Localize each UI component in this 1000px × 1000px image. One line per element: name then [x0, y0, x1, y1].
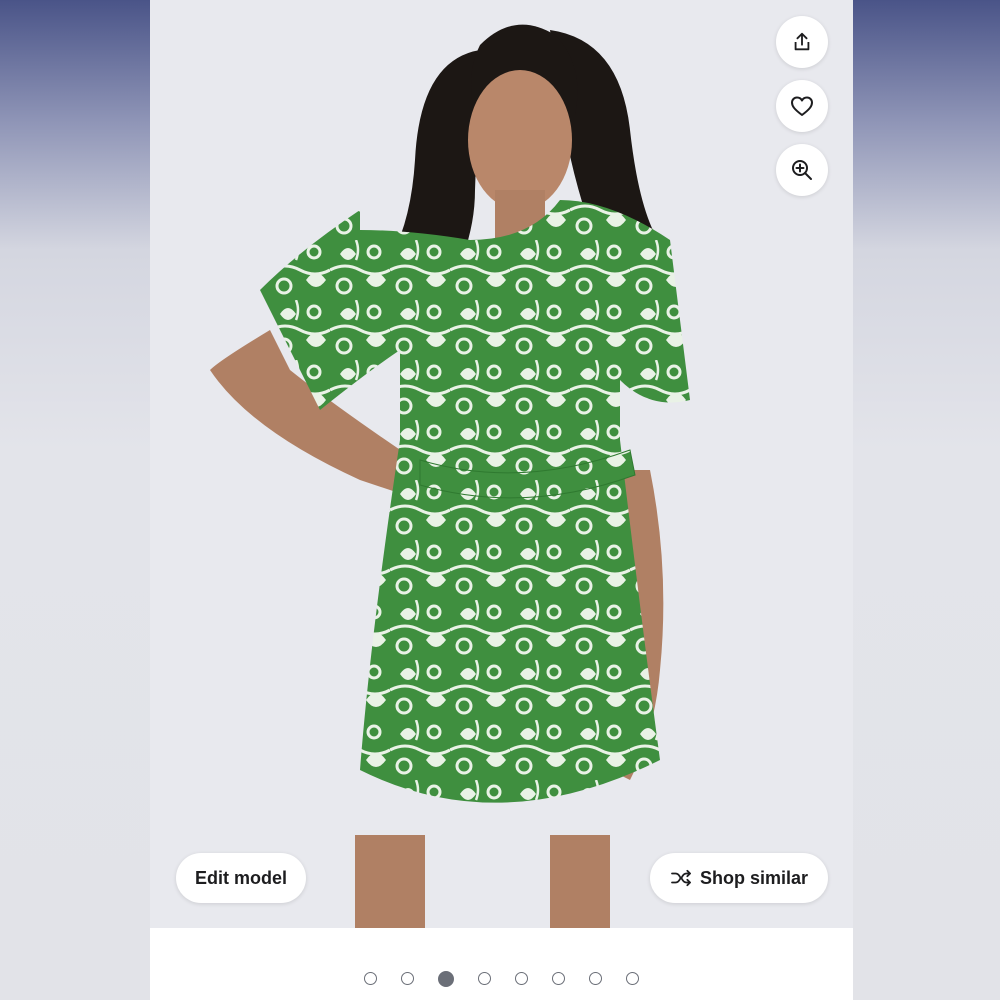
shop-similar-label: Shop similar	[699, 867, 809, 888]
left-backdrop	[0, 0, 150, 1000]
shuffle-icon	[671, 869, 691, 887]
product-image-viewer[interactable]: Edit model Shop similar	[150, 0, 853, 928]
carousel-footer	[150, 928, 853, 1000]
shop-similar-button[interactable]: Shop similar	[650, 853, 828, 903]
zoom-button[interactable]	[776, 144, 828, 196]
carousel-dot[interactable]	[363, 972, 377, 985]
carousel-dot[interactable]	[514, 972, 528, 985]
carousel-pagination	[0, 970, 1000, 988]
right-backdrop	[853, 0, 1000, 1000]
carousel-dot[interactable]	[477, 972, 491, 985]
carousel-dot[interactable]	[400, 972, 414, 985]
heart-icon	[791, 96, 813, 116]
carousel-dot[interactable]	[437, 970, 454, 987]
edit-model-label: Edit model	[194, 867, 287, 888]
share-button[interactable]	[776, 16, 828, 68]
carousel-dot[interactable]	[551, 972, 565, 985]
share-icon	[794, 32, 810, 51]
edit-model-button[interactable]: Edit model	[176, 853, 306, 903]
carousel-dot[interactable]	[625, 972, 639, 985]
favorite-button[interactable]	[776, 80, 828, 132]
zoom-in-icon	[792, 160, 812, 180]
product-photo	[150, 0, 853, 928]
carousel-dot[interactable]	[588, 972, 602, 985]
